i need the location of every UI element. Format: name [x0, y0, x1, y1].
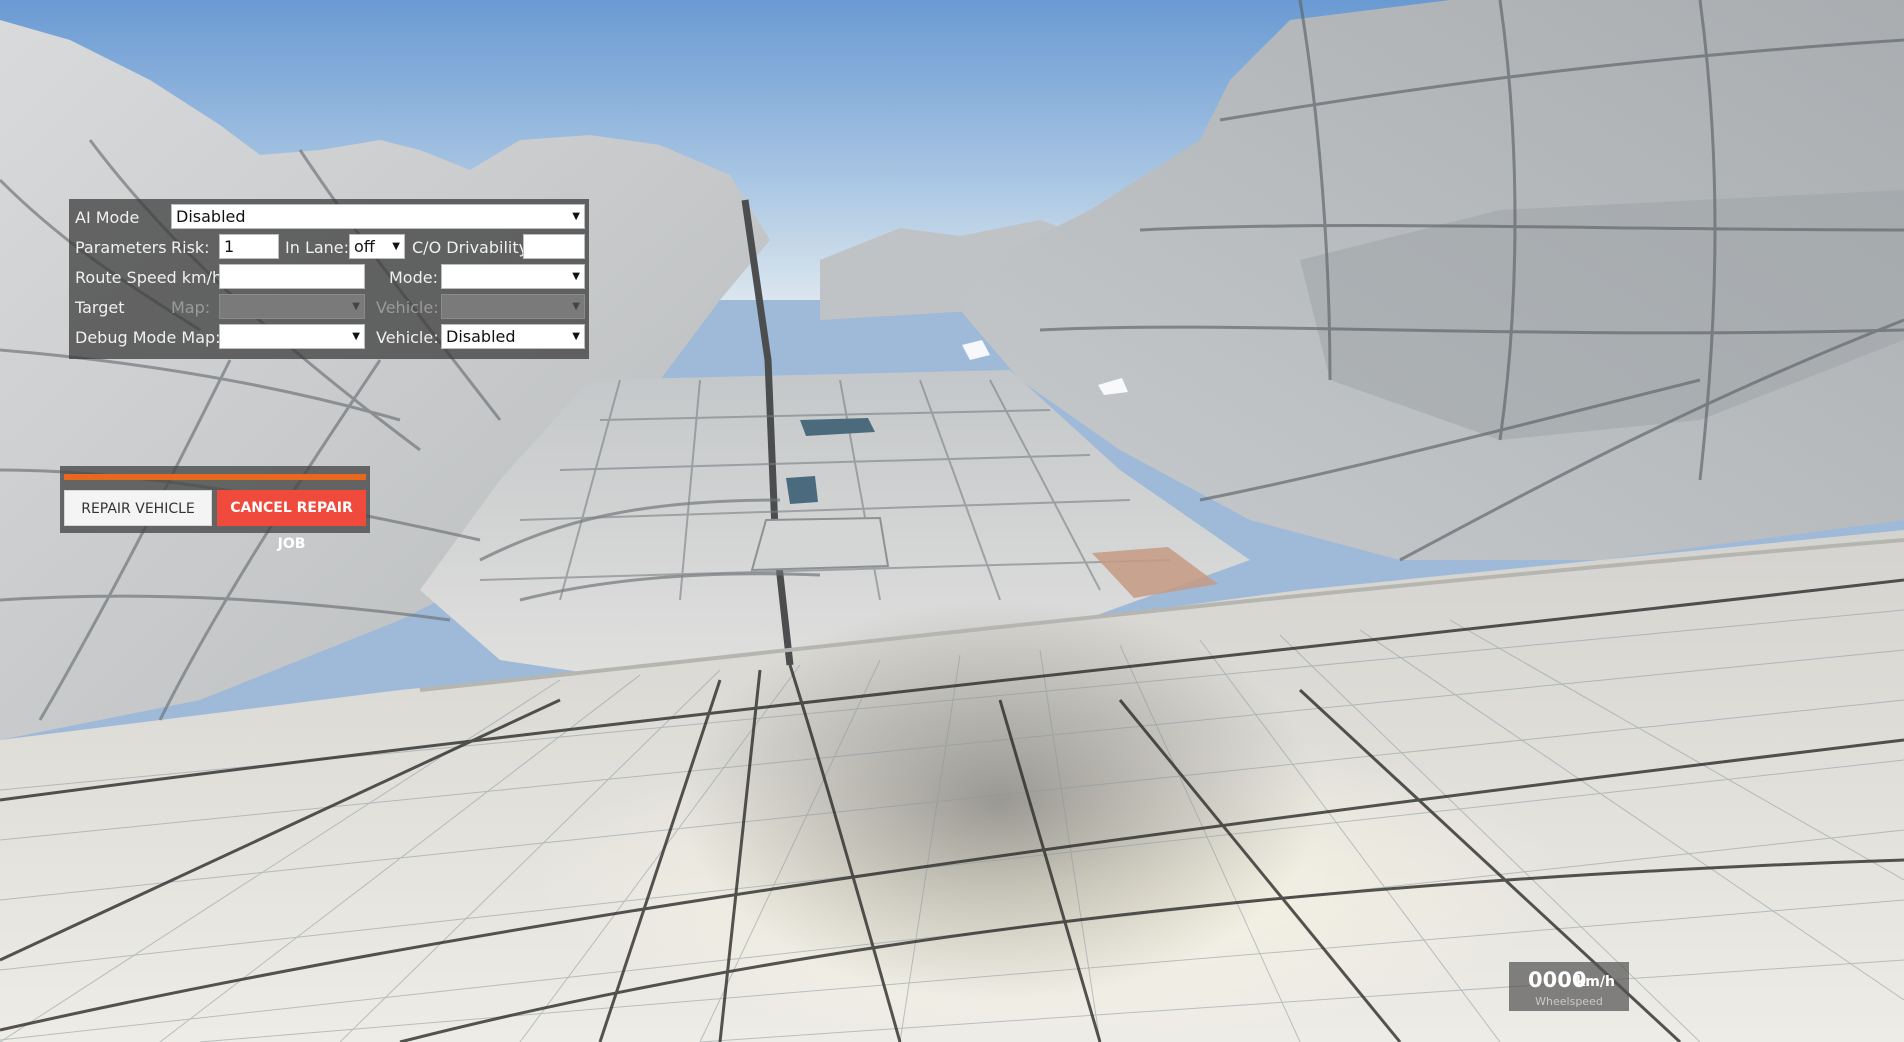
repair-panel: REPAIR VEHICLE CANCEL REPAIR JOB — [60, 466, 370, 552]
route-speed-input[interactable] — [219, 264, 365, 289]
snow-patch-1 — [962, 340, 990, 360]
target-row: Target Map: ▼ Vehicle: ▼ — [69, 293, 589, 323]
target-vehicle-select[interactable]: ▼ — [441, 294, 585, 319]
debug-mode-row: Debug Mode Map: ▼ Vehicle: Disabled ▼ — [69, 323, 589, 353]
risk-label: Risk: — [171, 238, 210, 257]
chevron-down-icon: ▼ — [392, 241, 400, 252]
blue-pool-2 — [786, 476, 818, 504]
chevron-down-icon: ▼ — [572, 211, 580, 222]
parameters-label: Parameters — [75, 238, 167, 257]
in-lane-value: off — [354, 237, 375, 256]
chevron-down-icon: ▼ — [572, 331, 580, 342]
speedometer: 0000 km/h Wheelspeed — [1509, 962, 1629, 1011]
repair-vehicle-button[interactable]: REPAIR VEHICLE — [64, 490, 212, 526]
speed-unit: km/h — [1576, 974, 1615, 990]
chevron-down-icon: ▼ — [572, 301, 580, 312]
debug-map-select[interactable]: ▼ — [219, 324, 365, 349]
in-lane-select[interactable]: off ▼ — [349, 234, 405, 259]
route-speed-row: Route Speed km/h: Mode: ▼ — [69, 263, 589, 293]
mode-select[interactable]: ▼ — [441, 264, 585, 289]
debug-vehicle-select[interactable]: Disabled ▼ — [441, 324, 585, 349]
target-map-select[interactable]: ▼ — [219, 294, 365, 319]
in-lane-label: In Lane: — [285, 238, 350, 257]
speed-label: Wheelspeed — [1535, 995, 1603, 1008]
ai-panel: AI Mode Disabled ▼ Parameters Risk: 1 In… — [69, 199, 589, 359]
target-map-label: Map: — [171, 298, 211, 317]
debug-mode-label: Debug Mode Map: — [75, 328, 221, 347]
chevron-down-icon: ▼ — [352, 331, 360, 342]
cancel-repair-job-button[interactable]: CANCEL REPAIR JOB — [217, 490, 366, 552]
target-vehicle-label: Vehicle: — [376, 298, 439, 317]
ai-mode-row: AI Mode Disabled ▼ — [69, 203, 589, 233]
debug-vehicle-label: Vehicle: — [376, 328, 439, 347]
ai-mode-label: AI Mode — [75, 208, 140, 227]
chevron-down-icon: ▼ — [572, 271, 580, 282]
cro-drivability-label: C/O Drivability: — [412, 238, 533, 257]
chevron-down-icon: ▼ — [352, 301, 360, 312]
repair-progress-bar — [64, 474, 366, 480]
game-viewport[interactable]: AI Mode Disabled ▼ Parameters Risk: 1 In… — [0, 0, 1904, 1042]
cro-drivability-input[interactable] — [523, 234, 585, 259]
flat-platform — [750, 516, 890, 572]
debug-vehicle-value: Disabled — [446, 327, 516, 346]
mode-label: Mode: — [389, 268, 438, 287]
vehicle-shadow — [680, 600, 1320, 1000]
target-label: Target — [75, 298, 125, 317]
parameters-row: Parameters Risk: 1 In Lane: off ▼ C/O Dr… — [69, 233, 589, 263]
route-speed-label: Route Speed km/h: — [75, 268, 228, 287]
ai-mode-value: Disabled — [176, 207, 246, 226]
ai-mode-select[interactable]: Disabled ▼ — [171, 204, 585, 229]
risk-input[interactable]: 1 — [219, 234, 279, 259]
